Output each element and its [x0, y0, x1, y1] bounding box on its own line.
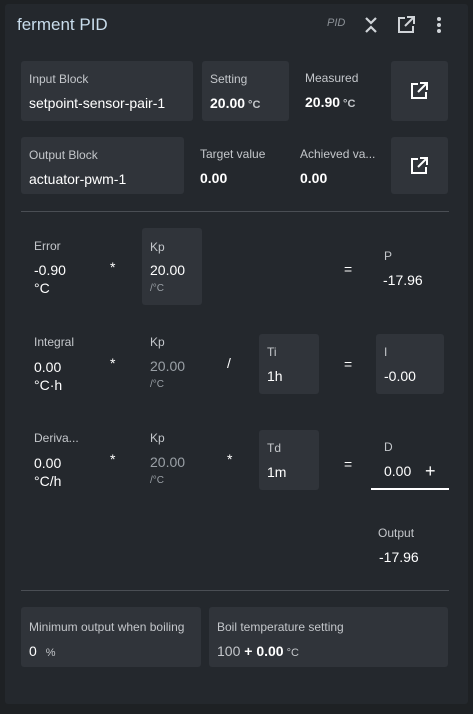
- target-value-label: Target value: [200, 147, 266, 161]
- integral-label: Integral: [34, 335, 75, 349]
- setting-label: Setting: [210, 72, 248, 86]
- td-value: 1m: [267, 464, 287, 480]
- i-value-field[interactable]: I -0.00: [376, 334, 444, 394]
- td-field[interactable]: Td 1m: [259, 430, 319, 490]
- widget-type-tag: PID: [327, 17, 346, 29]
- open-in-new-icon[interactable]: [396, 15, 416, 35]
- derivative-value: 0.00: [34, 455, 62, 471]
- divider: [21, 211, 449, 212]
- target-value: 0.00: [200, 170, 228, 186]
- i-label: I: [384, 345, 388, 359]
- setting-card[interactable]: Setting 20.00 °C: [202, 61, 289, 121]
- ti-field[interactable]: Ti 1h: [259, 334, 319, 394]
- measured-value: 20.90 °C: [305, 94, 356, 110]
- ti-value: 1h: [267, 368, 283, 384]
- pid-widget: ferment PID PID Input Block setpoint-sen…: [5, 4, 468, 704]
- divider: [21, 590, 449, 591]
- min-output-boiling-field[interactable]: Minimum output when boiling 0%: [21, 607, 201, 667]
- output-block-value: actuator-pwm-1: [29, 171, 127, 187]
- kp-label: Kp: [150, 335, 165, 349]
- p-label: P: [384, 249, 393, 263]
- open-input-block-button[interactable]: [391, 61, 448, 121]
- ti-label: Ti: [267, 345, 277, 359]
- p-value: -17.96: [383, 272, 423, 288]
- equals-operator: =: [344, 356, 353, 372]
- input-block-label: Input Block: [29, 72, 89, 86]
- output-block-card[interactable]: Output Block actuator-pwm-1: [21, 137, 184, 194]
- output-label: Output: [378, 526, 415, 540]
- equals-operator: =: [344, 261, 353, 277]
- kp-label: Kp: [150, 240, 165, 254]
- more-vert-icon[interactable]: [433, 15, 445, 35]
- multiply-operator: *: [110, 451, 116, 467]
- equals-operator: =: [344, 456, 353, 472]
- boil-temp-value: 100 + 0.00 °C: [217, 643, 299, 659]
- kp-value: 20.00: [150, 454, 186, 470]
- min-output-value: 0%: [29, 643, 56, 659]
- derivative-label: Deriva...: [34, 431, 79, 445]
- divide-operator: /: [227, 355, 231, 371]
- kp-value: 20.00: [150, 358, 186, 374]
- multiply-operator: *: [227, 451, 233, 467]
- error-unit: °C: [34, 280, 50, 296]
- input-block-card[interactable]: Input Block setpoint-sensor-pair-1: [21, 61, 193, 121]
- kp-value: 20.00: [150, 262, 186, 278]
- d-label: D: [384, 440, 393, 454]
- boil-temperature-field[interactable]: Boil temperature setting 100 + 0.00 °C: [209, 607, 448, 667]
- boil-temp-label: Boil temperature setting: [217, 620, 344, 634]
- multiply-operator: *: [110, 355, 116, 371]
- error-label: Error: [34, 239, 61, 253]
- d-value: 0.00: [384, 463, 412, 479]
- kp-label: Kp: [150, 431, 165, 445]
- kp-field[interactable]: Kp 20.00 /°C: [142, 228, 202, 305]
- i-value: -0.00: [384, 368, 416, 384]
- open-in-new-icon: [411, 82, 428, 99]
- widget-title[interactable]: ferment PID: [17, 15, 108, 35]
- error-value: -0.90: [34, 262, 66, 278]
- open-output-block-button[interactable]: [391, 137, 448, 194]
- multiply-operator: *: [110, 259, 116, 275]
- input-block-value: setpoint-sensor-pair-1: [29, 95, 166, 111]
- kp-unit: /°C: [150, 283, 164, 294]
- kp-unit: /°C: [150, 379, 164, 390]
- open-in-new-icon: [411, 157, 428, 174]
- add-d-button[interactable]: +: [425, 461, 436, 482]
- min-output-label: Minimum output when boiling: [29, 620, 185, 634]
- collapse-icon[interactable]: [362, 15, 380, 35]
- kp-unit: /°C: [150, 475, 164, 486]
- output-value: -17.96: [379, 549, 419, 565]
- setting-value: 20.00 °C: [210, 95, 261, 111]
- td-label: Td: [267, 441, 282, 455]
- output-block-label: Output Block: [29, 148, 98, 162]
- d-underline: [371, 488, 449, 490]
- integral-value: 0.00: [34, 359, 62, 375]
- integral-unit: °C·h: [34, 377, 63, 393]
- derivative-unit: °C/h: [34, 473, 62, 489]
- achieved-value: 0.00: [300, 170, 328, 186]
- measured-label: Measured: [305, 71, 359, 85]
- achieved-value-label: Achieved va...: [300, 147, 376, 161]
